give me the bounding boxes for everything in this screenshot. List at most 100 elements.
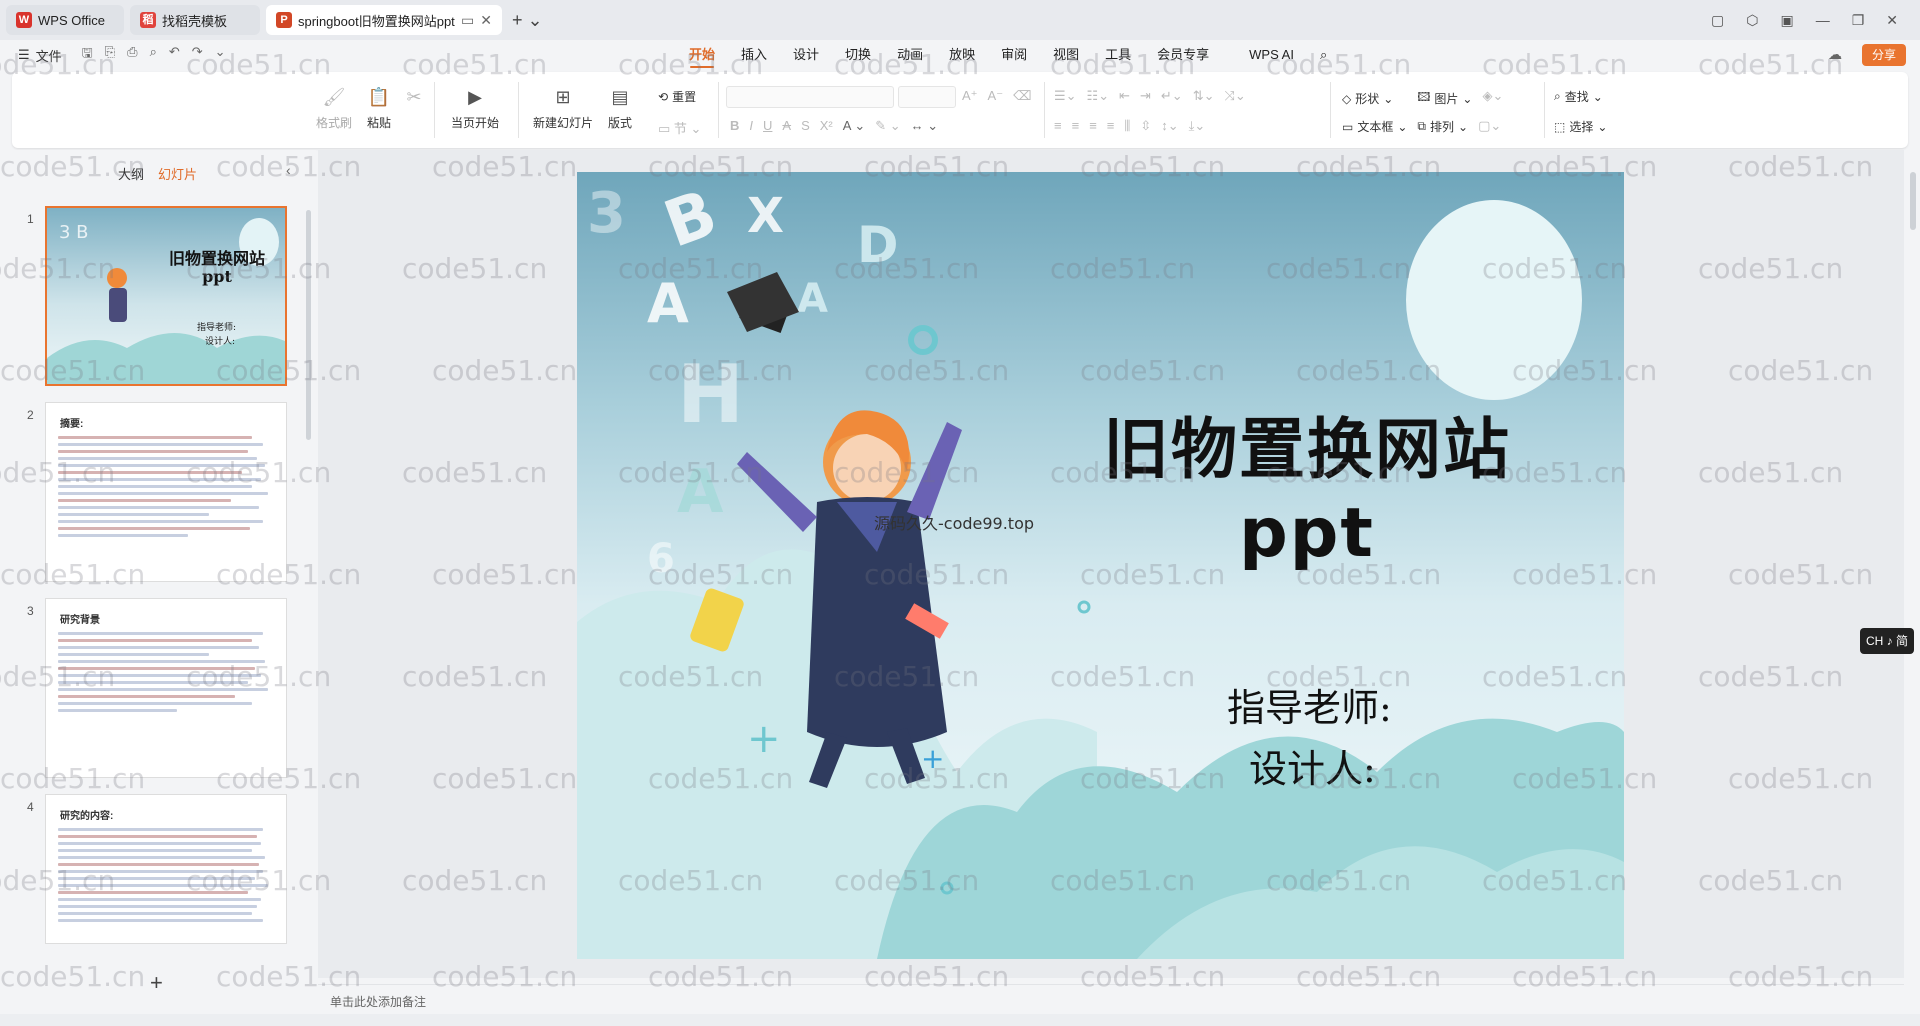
cube-icon[interactable]: ⬡ [1746, 12, 1758, 29]
start-from-current-button[interactable]: ▶ 当页开始 [442, 72, 508, 131]
tab-view[interactable]: 视图 [1040, 40, 1092, 70]
tab-transition[interactable]: 切换 [832, 40, 884, 70]
designer-label[interactable]: 设计人: [1249, 738, 1376, 793]
add-slide-button[interactable]: + [150, 970, 163, 996]
font-color-icon[interactable]: A ⌄ [843, 118, 865, 134]
panel-scrollbar[interactable] [306, 210, 311, 440]
grow-font-icon[interactable]: A⁺ [962, 88, 978, 104]
stage-scrollbar[interactable] [1910, 172, 1916, 230]
strikethrough-icon[interactable]: A [782, 118, 791, 134]
section-icon[interactable]: ▭ 节 ⌄ [658, 118, 701, 137]
superscript-icon[interactable]: X² [820, 118, 833, 134]
cloud-upload-icon[interactable]: ☁ [1828, 46, 1842, 63]
highlight-icon[interactable]: ✎ ⌄ [875, 118, 900, 134]
advisor-label[interactable]: 指导老师: [1227, 677, 1392, 732]
shadow-icon[interactable]: S [801, 118, 810, 134]
thumb-designer: 设计人: [205, 337, 236, 347]
indent-icon[interactable]: ⇥ [1140, 88, 1151, 104]
tab-document[interactable]: P springboot旧物置换网站ppt ▭ ✕ [266, 5, 502, 35]
font-family-select[interactable] [726, 86, 894, 108]
font-size-select[interactable] [898, 86, 956, 108]
tab-insert[interactable]: 插入 [728, 40, 780, 70]
columns-icon[interactable]: ⫼ [1124, 118, 1130, 134]
convert-icon[interactable]: ⤨⌄ [1225, 88, 1246, 104]
outline-icon[interactable]: ▢⌄ [1478, 118, 1501, 135]
monitor-icon[interactable]: ▭ [461, 12, 474, 29]
textbox-button[interactable]: ▭ 文本框 ⌄ [1342, 118, 1407, 135]
align-left-icon[interactable]: ≡ [1054, 118, 1062, 134]
fill-icon[interactable]: ◈⌄ [1482, 88, 1503, 109]
redo-icon[interactable]: ↷ [192, 44, 203, 66]
align-right-icon[interactable]: ≡ [1089, 118, 1097, 134]
bold-icon[interactable]: B [730, 118, 739, 134]
paste-button[interactable]: 📋 粘贴 [356, 72, 402, 131]
picture-button[interactable]: 🖾 图片 ⌄ [1417, 88, 1472, 109]
ime-indicator[interactable]: CH ♪ 简 [1859, 628, 1914, 654]
thumb-title-line2: ppt [202, 267, 232, 287]
vertical-align-icon[interactable]: ⇳ [1140, 118, 1151, 134]
shrink-font-icon[interactable]: A⁻ [988, 88, 1004, 104]
avatar[interactable]: ▣ [1780, 12, 1793, 29]
tab-docer-templates[interactable]: 稻 找稻壳模板 [130, 5, 260, 35]
file-menu[interactable]: ☰ 文件 [18, 46, 62, 65]
bullets-icon[interactable]: ☰⌄ [1054, 88, 1077, 104]
layout-button[interactable]: ▤ 版式 [600, 72, 640, 131]
select-button[interactable]: ⬚ 选择 ⌄ [1554, 118, 1607, 135]
minimize-icon[interactable]: — [1816, 12, 1830, 28]
justify-icon[interactable]: ≡ [1107, 118, 1115, 134]
sort-icon[interactable]: ⇅⌄ [1193, 88, 1215, 104]
select-label: 选择 [1569, 120, 1594, 134]
italic-icon[interactable]: I [749, 118, 753, 134]
tab-slides[interactable]: 幻灯片 [158, 164, 197, 183]
text-direction-icon[interactable]: ⤓⌄ [1189, 118, 1206, 134]
tab-wps-ai[interactable]: WPS AI [1236, 40, 1307, 70]
share-button[interactable]: 分享 [1861, 44, 1906, 66]
search-icon[interactable]: ⌕ [1307, 40, 1340, 70]
layout-icon[interactable]: ▢ [1711, 12, 1724, 29]
align-center-icon[interactable]: ≡ [1072, 118, 1080, 134]
print-icon[interactable]: ⎙ [127, 44, 137, 66]
tab-wps-office[interactable]: W WPS Office [6, 5, 124, 35]
new-tab-button[interactable]: + ⌄ [512, 10, 543, 31]
tab-animation[interactable]: 动画 [884, 40, 936, 70]
format-painter-button[interactable]: 🖌 格式刷 [312, 72, 356, 131]
collapse-panel-icon[interactable]: ‹ [286, 162, 291, 178]
underline-icon[interactable]: U [763, 118, 772, 134]
line-spacing-icon[interactable]: ↕⌄ [1161, 118, 1178, 134]
tab-design[interactable]: 设计 [780, 40, 832, 70]
export-icon[interactable]: ⎘ [105, 44, 115, 66]
shape-button[interactable]: ◇ 形状 ⌄ [1342, 88, 1393, 109]
tab-outline[interactable]: 大纲 [118, 164, 144, 183]
notes-pane[interactable]: 单击此处添加备注 [318, 984, 1904, 1014]
slide-thumbnail-3[interactable]: 研究背景 [45, 598, 287, 778]
slide-thumbnail-1[interactable]: 3 B 旧物置换网站 ppt 指导老师: 设计人: [45, 206, 287, 386]
more-icon[interactable]: ⌄ [215, 44, 226, 66]
preview-icon[interactable]: ⌕ [150, 44, 157, 66]
char-spacing-icon[interactable]: ↔ ⌄ [911, 118, 939, 134]
slide-thumbnail-2[interactable]: 摘要: [45, 402, 287, 582]
close-window-icon[interactable]: ✕ [1886, 12, 1898, 29]
save-icon[interactable]: 🖫 [82, 44, 93, 66]
line-break-icon[interactable]: ↵⌄ [1161, 88, 1183, 104]
slide-thumbnail-4[interactable]: 研究的内容: [45, 794, 287, 944]
find-button[interactable]: ⌕ 查找 ⌄ [1554, 88, 1603, 105]
cut-button[interactable]: ✂ [402, 72, 426, 110]
current-slide[interactable]: 3 B X A H A D A 6 + + 旧物置换网站 ppt 指导老师: 设… [577, 172, 1624, 959]
tab-member[interactable]: 会员专享 [1144, 40, 1222, 70]
restore-icon[interactable]: ❐ [1852, 12, 1865, 29]
tab-review[interactable]: 审阅 [988, 40, 1040, 70]
new-slide-button[interactable]: ⊞ 新建幻灯片 [526, 72, 600, 131]
undo-icon[interactable]: ↶ [169, 44, 180, 66]
thumb-title: 研究背景 [60, 615, 100, 626]
clear-format-icon[interactable]: ⌫ [1013, 88, 1031, 104]
tab-tools[interactable]: 工具 [1092, 40, 1144, 70]
slide-title[interactable]: 旧物置换网站 ppt [1037, 410, 1577, 575]
reset-button[interactable]: ⟲ 重置 [658, 88, 696, 105]
arrange-button[interactable]: ⧉ 排列 ⌄ [1417, 118, 1468, 135]
close-icon[interactable]: ✕ [480, 12, 492, 29]
tab-home[interactable]: 开始 [676, 40, 728, 70]
tab-slideshow[interactable]: 放映 [936, 40, 988, 70]
numbering-icon[interactable]: ☷⌄ [1087, 88, 1110, 104]
reset-control[interactable]: ⟲ 重置 [658, 88, 696, 105]
outdent-icon[interactable]: ⇤ [1119, 88, 1130, 104]
